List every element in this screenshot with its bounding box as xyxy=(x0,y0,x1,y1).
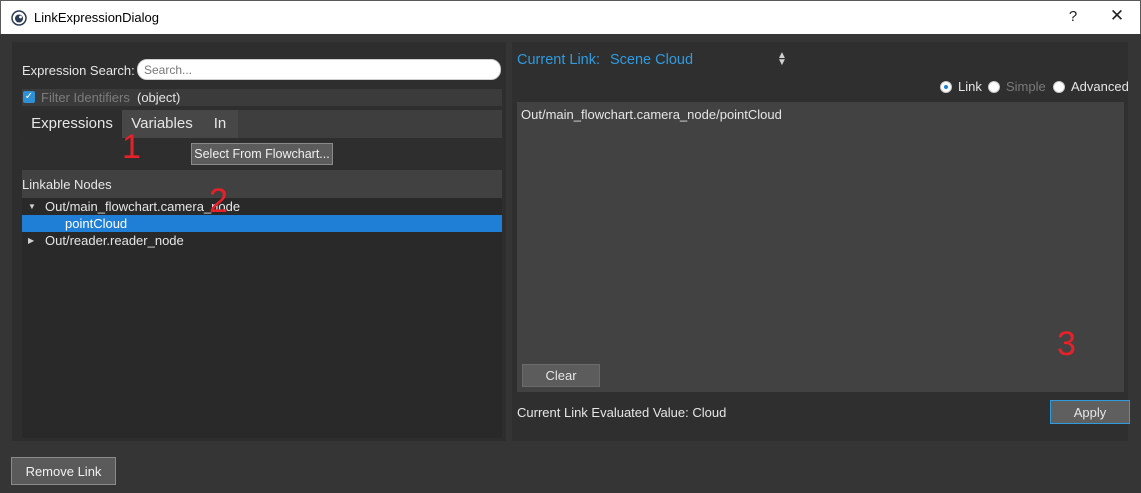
radio-simple-label: Simple xyxy=(1006,79,1046,94)
radio-simple[interactable] xyxy=(988,81,1000,93)
expression-browser-panel: Expression Search: ✓ Filter Identifiers … xyxy=(12,42,506,441)
tab-expressions[interactable]: Expressions xyxy=(22,110,122,138)
linkable-nodes-title: Linkable Nodes xyxy=(22,177,112,192)
current-link-panel: Current Link: Scene Cloud ▲ ▼ Link Simple… xyxy=(512,42,1130,441)
filter-identifiers-row: ✓ Filter Identifiers (object) xyxy=(22,89,502,106)
tree-item-reader-node[interactable]: ▶ Out/reader.reader_node xyxy=(22,232,502,249)
linkable-nodes-tree: ▼ Out/main_flowchart.camera_node pointCl… xyxy=(22,198,502,438)
radio-link-label: Link xyxy=(958,79,982,94)
window-titlebar: LinkExpressionDialog ? ✕ xyxy=(0,0,1141,34)
tree-item-camera-node[interactable]: ▼ Out/main_flowchart.camera_node xyxy=(22,198,502,215)
eye-icon xyxy=(11,10,27,26)
close-button[interactable]: ✕ xyxy=(1107,6,1127,26)
radio-advanced[interactable] xyxy=(1053,81,1065,93)
current-link-dropdown[interactable]: Scene Cloud xyxy=(610,52,786,68)
tree-item-pointcloud[interactable]: pointCloud xyxy=(22,215,502,232)
dropdown-arrows-icon[interactable]: ▲ ▼ xyxy=(777,51,787,68)
filter-identifiers-checkbox[interactable]: ✓ xyxy=(23,91,35,103)
radio-advanced-label: Advanced xyxy=(1071,79,1129,94)
annotation-number-3: 3 xyxy=(1057,325,1076,363)
select-from-flowchart-button[interactable]: Select From Flowchart... xyxy=(191,143,333,165)
expression-tabs: Expressions Variables In xyxy=(22,110,502,138)
linkable-nodes-header: Linkable Nodes xyxy=(22,170,502,198)
expand-arrow-right-icon[interactable]: ▶ xyxy=(28,232,38,249)
tab-in[interactable]: In xyxy=(202,110,238,138)
help-button[interactable]: ? xyxy=(1066,8,1080,25)
current-link-label: Current Link: xyxy=(517,52,601,68)
expand-arrow-down-icon[interactable]: ▼ xyxy=(28,198,38,215)
dialog-body: Expression Search: ✓ Filter Identifiers … xyxy=(0,34,1141,493)
object-type-label: (object) xyxy=(137,90,181,105)
remove-link-button[interactable]: Remove Link xyxy=(11,457,116,485)
expression-text: Out/main_flowchart.camera_node/pointClou… xyxy=(521,107,782,122)
window-title: LinkExpressionDialog xyxy=(34,10,160,25)
evaluated-value-label: Current Link Evaluated Value: Cloud xyxy=(517,405,727,420)
clear-button[interactable]: Clear xyxy=(522,364,600,387)
expression-editor[interactable]: Out/main_flowchart.camera_node/pointClou… xyxy=(517,102,1124,392)
apply-button[interactable]: Apply xyxy=(1050,400,1130,424)
expression-search-input[interactable] xyxy=(137,59,501,80)
annotation-number-1: 1 xyxy=(122,128,141,166)
radio-link[interactable] xyxy=(940,81,952,93)
expression-search-label: Expression Search: xyxy=(22,63,135,78)
annotation-number-2: 2 xyxy=(209,182,228,220)
filter-identifiers-label: Filter Identifiers xyxy=(41,90,130,105)
